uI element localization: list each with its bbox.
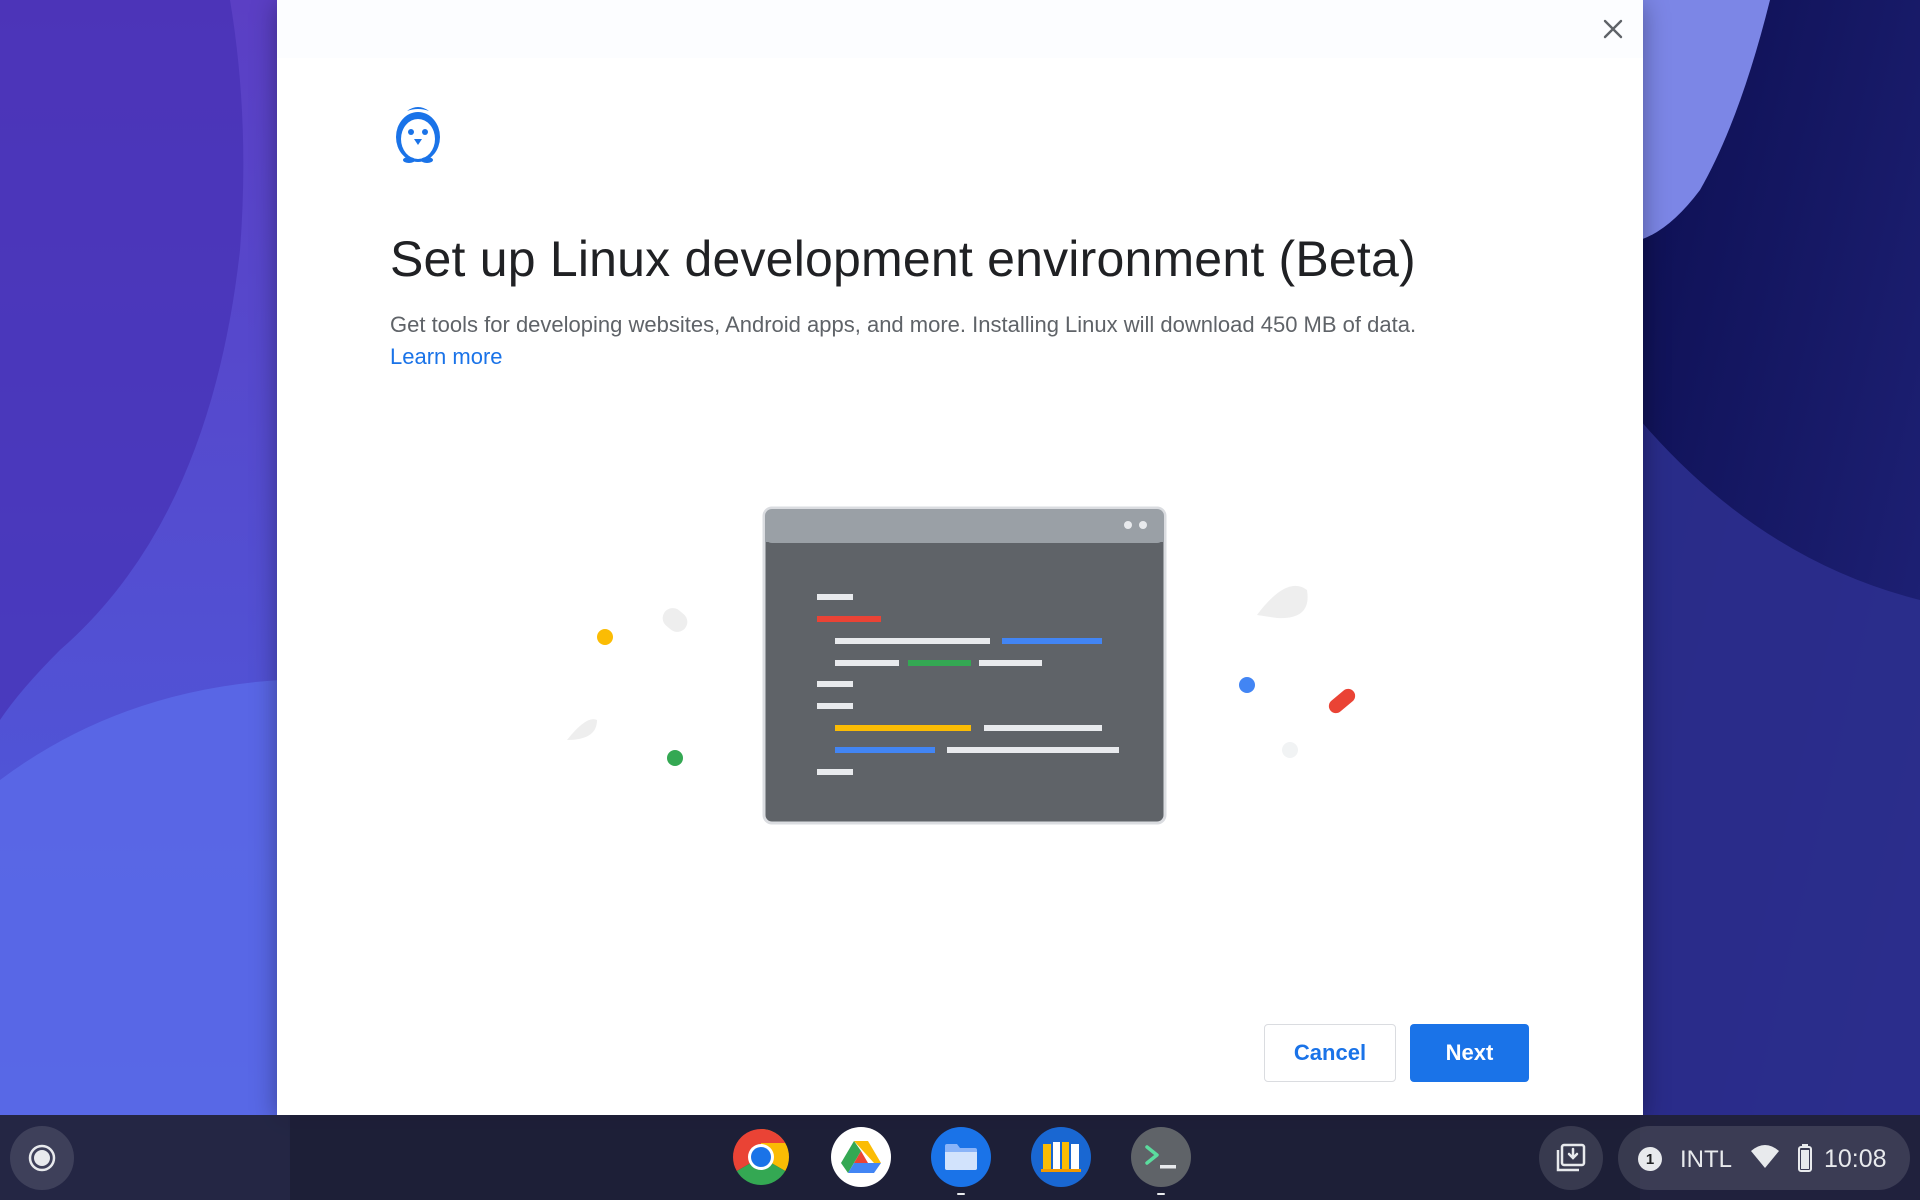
learn-more-link[interactable]: Learn more — [390, 344, 503, 370]
shelf-app-books[interactable] — [1031, 1127, 1091, 1187]
launcher-icon — [28, 1144, 56, 1172]
close-button[interactable] — [1596, 12, 1630, 46]
terminal-icon — [1145, 1145, 1176, 1169]
shelf-app-terminal[interactable] — [1131, 1127, 1191, 1187]
status-tray[interactable]: 1 INTL 10:08 — [1618, 1126, 1910, 1190]
notification-count-badge: 1 — [1638, 1147, 1662, 1171]
input-method-indicator: INTL — [1680, 1146, 1733, 1173]
drive-icon — [841, 1141, 881, 1173]
dialog-description: Get tools for developing websites, Andro… — [390, 312, 1417, 337]
shelf-app-chrome[interactable] — [731, 1127, 791, 1187]
battery-icon — [1798, 1144, 1812, 1172]
files-icon — [945, 1144, 977, 1170]
penguin-icon — [396, 107, 440, 163]
wifi-icon — [1751, 1145, 1779, 1168]
holding-space-icon — [1556, 1143, 1586, 1172]
next-button[interactable]: Next — [1410, 1024, 1529, 1082]
shelf: 1 INTL 10:08 — [0, 1115, 1920, 1200]
books-icon — [1041, 1142, 1081, 1172]
holding-space-button[interactable] — [1539, 1126, 1603, 1190]
dialog-header-strip — [277, 0, 1643, 58]
dialog-title: Set up Linux development environment (Be… — [390, 231, 1416, 287]
close-icon — [1603, 19, 1623, 39]
code-window-illustration — [567, 506, 1356, 825]
cancel-button[interactable]: Cancel — [1264, 1024, 1396, 1082]
terminal-running-indicator — [1157, 1193, 1165, 1195]
launcher-button[interactable] — [10, 1126, 74, 1190]
clock: 10:08 — [1824, 1145, 1887, 1173]
chrome-icon — [732, 1129, 790, 1186]
files-running-indicator — [957, 1193, 965, 1195]
shelf-app-files[interactable] — [931, 1127, 991, 1187]
linux-setup-dialog: Set up Linux development environment (Be… — [277, 0, 1643, 1115]
shelf-app-drive[interactable] — [831, 1127, 891, 1187]
